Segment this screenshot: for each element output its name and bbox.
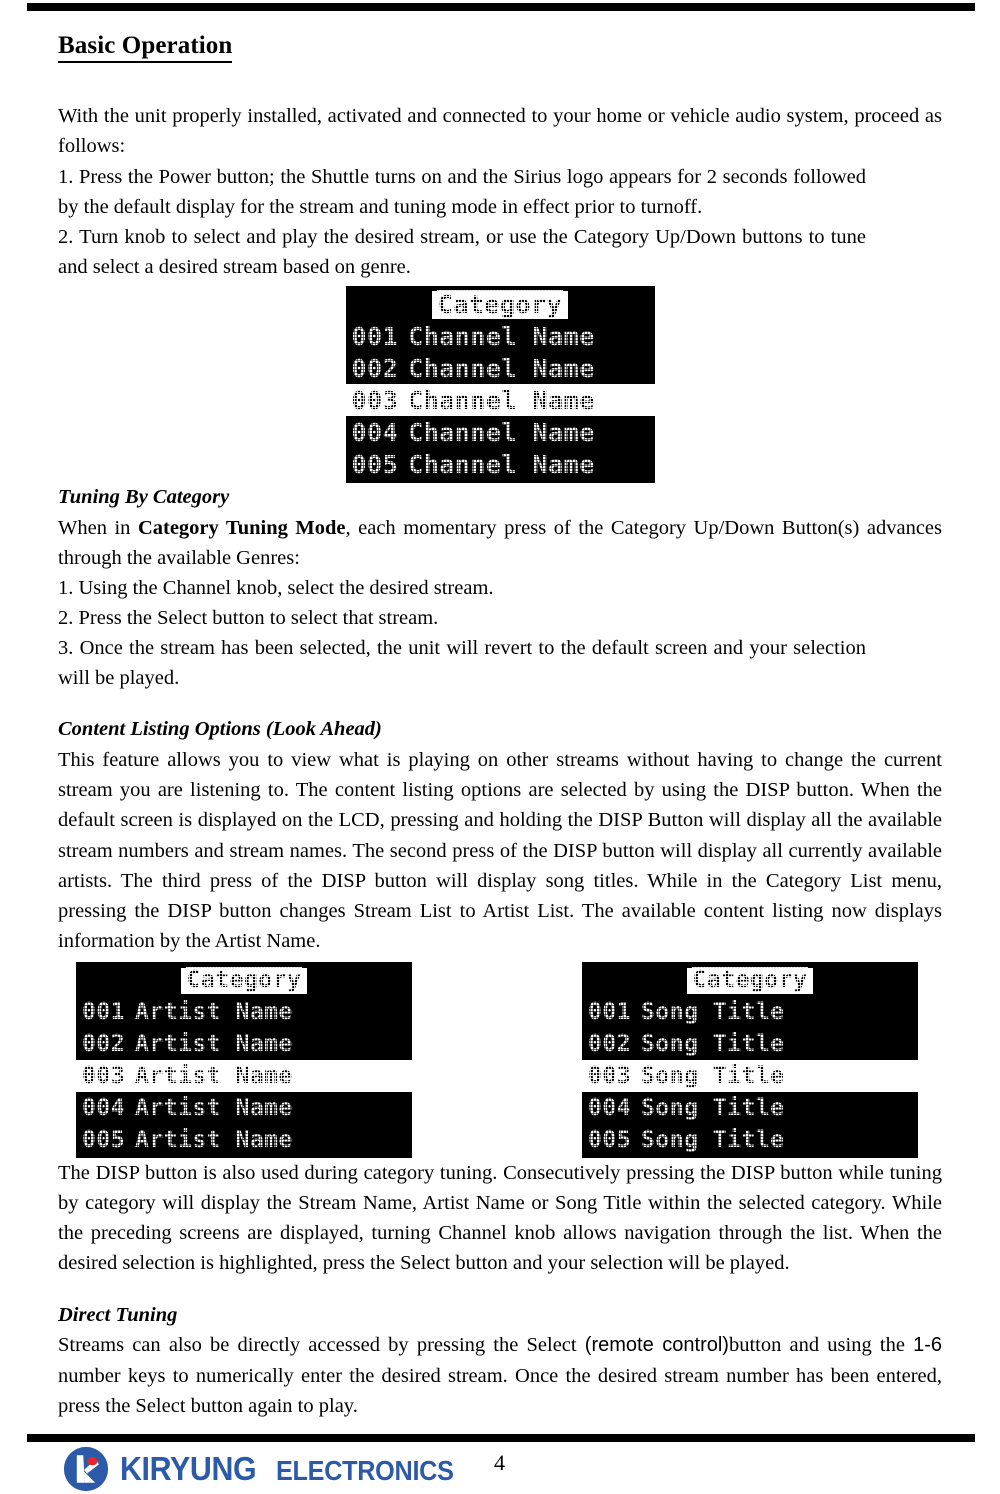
lcd-row[interactable]: 004 Artist Name bbox=[76, 1092, 412, 1124]
lcd-row[interactable]: 005 Channel Name bbox=[345, 448, 655, 480]
footer-rule bbox=[27, 1434, 975, 1442]
lcd-artist-list: Category 001 Artist Name 002 Artist Name 0… bbox=[76, 962, 412, 1158]
lcd-header-category: Category bbox=[686, 967, 814, 994]
lcd-header-row: Category bbox=[76, 966, 412, 996]
lcd-row[interactable]: 004 Song Title bbox=[582, 1092, 918, 1124]
direct-tuning-part5: number keys to numerically enter the des… bbox=[58, 1364, 942, 1417]
header-rule bbox=[27, 3, 975, 11]
lcd-row-selected[interactable]: 003 Artist Name bbox=[76, 1060, 412, 1092]
tuning-step-2: 2. Press the Select button to select tha… bbox=[58, 607, 439, 630]
direct-tuning-number-range: 1-6 bbox=[913, 1334, 943, 1357]
lcd-song-list: Category 001 Song Title 002 Song Title 003… bbox=[582, 962, 918, 1158]
direct-tuning-part3: button and using the bbox=[728, 1334, 914, 1357]
content-listing-paragraph: This feature allows you to view what is … bbox=[58, 749, 942, 952]
document-page: Basic Operation With the unit properly i… bbox=[0, 0, 1000, 1494]
intro-paragraph: With the unit properly installed, activa… bbox=[58, 105, 942, 158]
tuning-step-1: 1. Using the Channel knob, select the de… bbox=[58, 576, 494, 599]
lcd-row[interactable]: 001 Channel Name bbox=[345, 320, 655, 352]
kiryung-logo-icon bbox=[63, 1446, 109, 1492]
page-number: 4 bbox=[494, 1450, 505, 1475]
direct-tuning-part1: Streams can also be directly accessed by… bbox=[58, 1334, 585, 1357]
page-title: Basic Operation bbox=[58, 30, 233, 64]
subtitle-tuning-by-category: Tuning By Category bbox=[58, 486, 230, 508]
lcd-header-row: Category bbox=[582, 966, 918, 996]
lcd-header-category: Category bbox=[431, 290, 569, 319]
lcd-row[interactable]: 001 Artist Name bbox=[76, 996, 412, 1028]
lcd-header-row: Category bbox=[346, 290, 655, 320]
lead-text-bold: Category Tuning Mode bbox=[137, 516, 346, 539]
lead-text-before: When in bbox=[58, 516, 138, 539]
lcd-row[interactable]: 001 Song Title bbox=[582, 996, 918, 1028]
document-content: Basic Operation With the unit properly i… bbox=[58, 30, 942, 1421]
brand-logo: KIRYUNG ELECTRONICS bbox=[63, 1446, 474, 1492]
direct-tuning-paragraph: Streams can also be directly accessed by… bbox=[58, 1330, 942, 1421]
tuning-step-3: 3. Once the stream has been selected, th… bbox=[58, 637, 866, 690]
lcd-row[interactable]: 005 Song Title bbox=[582, 1124, 918, 1156]
content-listing-paragraph-after: The DISP button is also used during cate… bbox=[58, 1162, 942, 1275]
lcd-pair-wrap: Category 001 Artist Name 002 Artist Name 0… bbox=[58, 962, 942, 1158]
intro-step-1: 1. Press the Power button; the Shuttle t… bbox=[58, 165, 866, 218]
subtitle-content-listing-options: Content Listing Options (Look Ahead) bbox=[58, 718, 382, 741]
brand-wordmark: KIRYUNG ELECTRONICS bbox=[120, 1450, 474, 1488]
page-footer: KIRYUNG ELECTRONICS 4 bbox=[0, 1442, 1000, 1494]
intro-step-2: 2. Turn knob to select and play the desi… bbox=[58, 225, 866, 278]
lcd-stream-list-wrap: Category 001 Channel Name 002 Channel Name… bbox=[58, 286, 942, 483]
brand-subname: ELECTRONICS bbox=[276, 1455, 454, 1486]
lcd-header-category: Category bbox=[180, 967, 308, 994]
lcd-row[interactable]: 004 Channel Name bbox=[345, 416, 655, 448]
tuning-by-category-lead: When in Category Tuning Mode, each momen… bbox=[58, 513, 942, 573]
lcd-row[interactable]: 002 Song Title bbox=[582, 1028, 918, 1060]
lcd-row-selected[interactable]: 003 Channel Name bbox=[345, 384, 655, 416]
lcd-row-selected[interactable]: 003 Song Title bbox=[582, 1060, 918, 1092]
brand-name: KIRYUNG bbox=[120, 1450, 257, 1487]
subtitle-direct-tuning: Direct Tuning bbox=[58, 1303, 178, 1326]
lcd-row[interactable]: 002 Artist Name bbox=[76, 1028, 412, 1060]
direct-tuning-remote-control: (remote control) bbox=[584, 1334, 729, 1357]
lcd-row[interactable]: 002 Channel Name bbox=[345, 352, 655, 384]
lcd-stream-list: Category 001 Channel Name 002 Channel Name… bbox=[345, 286, 655, 483]
lcd-row[interactable]: 005 Artist Name bbox=[76, 1124, 412, 1156]
